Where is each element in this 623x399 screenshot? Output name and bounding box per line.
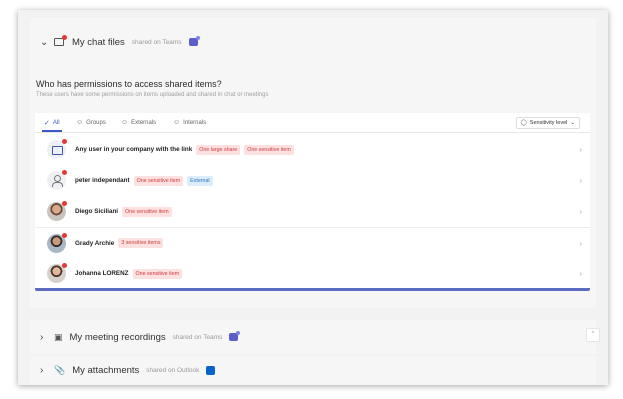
alert-dot	[62, 170, 67, 175]
tab-label: Groups	[86, 119, 106, 126]
sensitive-badge: One sensitive item	[133, 175, 184, 186]
chevron-right-icon[interactable]: ›	[40, 332, 50, 343]
user-name: Diego Siciliani	[75, 208, 119, 215]
section-title: My chat files	[72, 36, 125, 48]
sensitive-badge: One sensitive item	[122, 206, 172, 217]
app-window: ⌄ My chat files shared on Teams Who has …	[18, 10, 608, 385]
user-name-row: Any user in your company with the link O…	[75, 144, 294, 155]
section-title: My meeting recordings	[69, 331, 166, 343]
internals-icon: ☺	[173, 119, 181, 126]
company-icon	[47, 139, 67, 159]
chat-files-section: ⌄ My chat files shared on Teams Who has …	[30, 18, 596, 308]
external-badge: External	[187, 175, 213, 186]
user-name: peter independant	[75, 177, 130, 184]
user-name: Any user in your company with the link	[75, 146, 193, 153]
large-share-badge: One large share	[196, 144, 241, 155]
groups-icon: ☺	[76, 119, 84, 126]
list-item[interactable]: peter independant One sensitive item Ext…	[35, 165, 590, 196]
alert-dot	[62, 35, 67, 40]
tab-externals[interactable]: ☺ Externals	[121, 119, 156, 126]
section-subtitle: shared on Outlook	[146, 366, 200, 374]
attachments-header[interactable]: › 📎 My attachments shared on Outlook	[40, 362, 216, 378]
permissions-subtitle: These users have some permissions on ite…	[36, 92, 269, 98]
alert-dot	[62, 201, 67, 206]
alert-dot	[62, 232, 67, 238]
user-name: Grady Archie	[75, 239, 115, 247]
avatar	[47, 232, 67, 253]
check-shield-icon: ✓	[44, 120, 50, 127]
avatar	[47, 263, 67, 283]
chevron-right-icon[interactable]: ›	[579, 239, 582, 248]
tab-label: All	[52, 120, 60, 126]
sensitive-badge: One sensitive item	[132, 268, 183, 279]
tab-all[interactable]: ✓ All	[42, 119, 62, 132]
paperclip-icon: 📎	[54, 364, 66, 375]
user-name-row: Johanna LORENZ One sensitive item	[75, 268, 183, 279]
section-subtitle: shared on Teams	[131, 38, 182, 46]
filter-tabs: ✓ All ☺ Groups ☺ Externals ☺ Internals ◯	[35, 113, 590, 133]
meeting-recordings-header[interactable]: › ▣ My meeting recordings shared on Team…	[40, 329, 241, 345]
video-icon: ▣	[54, 331, 63, 342]
chevron-right-icon[interactable]: ›	[579, 145, 582, 154]
tag-icon: ◯	[520, 120, 527, 126]
double-chevron-up-icon: ˆ	[591, 331, 595, 339]
chat-files-header[interactable]: ⌄ My chat files shared on Teams	[40, 34, 200, 50]
list-item[interactable]: Any user in your company with the link O…	[35, 134, 590, 165]
tab-label: Internals	[183, 119, 207, 126]
scroll-to-top-button[interactable]: ˆ	[586, 328, 600, 342]
external-user-avatar	[47, 170, 67, 190]
sensitive-badge: One sensitive item	[244, 144, 294, 155]
sensitivity-level-dropdown[interactable]: ◯ Sensitivity level ⌄	[515, 117, 580, 129]
user-name: Johanna LORENZ	[75, 270, 129, 277]
meeting-recordings-section: › ▣ My meeting recordings shared on Team…	[30, 320, 596, 354]
permissions-card: ✓ All ☺ Groups ☺ Externals ☺ Internals ◯	[35, 113, 590, 291]
chevron-down-icon: ⌄	[570, 120, 575, 126]
alert-dot	[62, 139, 67, 144]
list-item[interactable]: Johanna LORENZ One sensitive item ›	[35, 258, 590, 289]
outlook-icon	[206, 365, 216, 375]
avatar	[47, 201, 67, 221]
section-title: My attachments	[72, 364, 140, 376]
chevron-right-icon[interactable]: ›	[579, 269, 582, 278]
chevron-right-icon[interactable]: ›	[40, 365, 50, 376]
externals-icon: ☺	[121, 119, 129, 126]
user-name-row: Diego Siciliani One sensitive item	[75, 206, 172, 217]
section-subtitle: shared on Teams	[172, 333, 223, 341]
chat-icon	[54, 35, 67, 46]
sensitive-badge: 3 sensitive items	[118, 238, 164, 248]
teams-icon	[188, 36, 200, 46]
tab-internals[interactable]: ☺ Internals	[173, 119, 206, 126]
attachments-section: › 📎 My attachments shared on Outlook	[30, 356, 596, 385]
list-item[interactable]: Diego Siciliani One sensitive item ›	[35, 196, 590, 227]
user-name-row: peter independant One sensitive item Ext…	[75, 175, 213, 186]
sensitivity-label: Sensitivity level	[529, 120, 568, 126]
user-name-row: Grady Archie 3 sensitive items	[75, 238, 164, 248]
tab-groups[interactable]: ☺ Groups	[76, 119, 106, 126]
chevron-right-icon[interactable]: ›	[579, 176, 582, 185]
list-item[interactable]: Grady Archie 3 sensitive items ›	[35, 227, 590, 258]
tab-label: Externals	[131, 119, 157, 126]
alert-dot	[62, 263, 67, 268]
teams-icon	[229, 331, 241, 341]
permissions-title: Who has permissions to access shared ite…	[36, 79, 222, 89]
chevron-down-icon[interactable]: ⌄	[40, 37, 50, 48]
chevron-right-icon[interactable]: ›	[579, 207, 582, 216]
